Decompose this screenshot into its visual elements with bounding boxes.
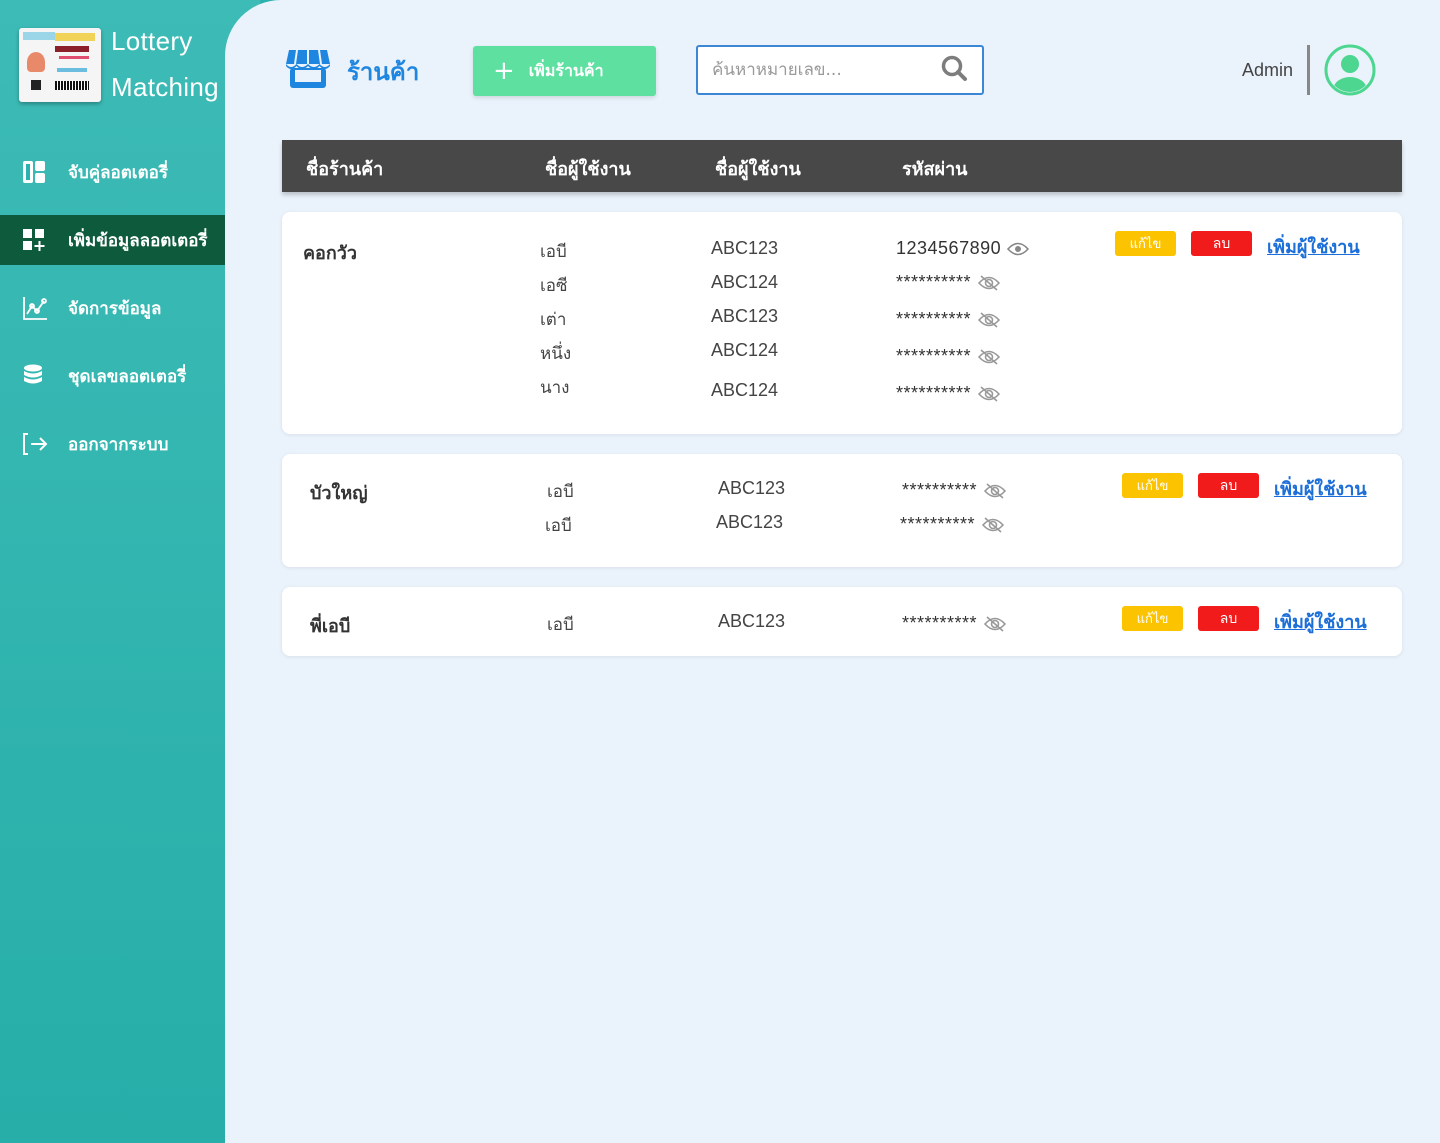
user-display-name: เอบี xyxy=(547,615,574,635)
table-header: ชื่อร้านค้า ชื่อผู้ใช้งาน ชื่อผู้ใช้งาน … xyxy=(282,140,1402,192)
chart-icon xyxy=(0,295,68,321)
sidebar-item-label: ชุดเลขลอตเตอรี่ xyxy=(68,366,187,387)
page-header: ร้านค้า xyxy=(285,48,419,94)
eye-off-icon[interactable] xyxy=(977,274,1001,292)
user-password: ********** xyxy=(896,346,1001,367)
delete-button[interactable]: ลบ xyxy=(1191,231,1252,256)
user-username: ABC123 xyxy=(711,306,779,326)
shop-name: บัวใหญ่ xyxy=(310,483,368,504)
user-password: ********** xyxy=(896,272,1001,293)
add-shop-button[interactable]: + เพิ่มร้านค้า xyxy=(473,46,656,96)
user-display-name: นาง xyxy=(540,378,570,398)
delete-button[interactable]: ลบ xyxy=(1198,606,1259,631)
shop-card: บัวใหญ่ เอบี ABC123 ********** เอบี ABC1… xyxy=(282,454,1402,567)
search-input[interactable] xyxy=(712,60,940,80)
shop-name: พี่เอบี xyxy=(310,616,351,637)
user-password: ********** xyxy=(902,613,1007,634)
edit-button[interactable]: แก้ไข xyxy=(1122,606,1183,631)
database-icon xyxy=(0,364,68,388)
dashboard-icon xyxy=(0,160,68,184)
shop-name: คอกวัว xyxy=(303,243,357,264)
password-value: 1234567890 xyxy=(896,238,1002,258)
user-password: ********** xyxy=(900,514,1005,535)
password-value: ********** xyxy=(896,346,972,366)
password-value: ********** xyxy=(900,514,976,534)
eye-off-icon[interactable] xyxy=(983,615,1007,633)
eye-off-icon[interactable] xyxy=(977,348,1001,366)
user-display-name: เอบี xyxy=(547,482,574,502)
sidebar-item-lottery-matching[interactable]: จับคู่ลอตเตอรี่ xyxy=(0,147,225,197)
sidebar-item-lottery-sets[interactable]: ชุดเลขลอตเตอรี่ xyxy=(0,351,225,401)
column-header-password: รหัสผ่าน xyxy=(902,159,968,180)
column-header-shop-name: ชื่อร้านค้า xyxy=(306,159,384,180)
store-icon xyxy=(285,48,331,94)
search-icon[interactable] xyxy=(940,54,968,86)
edit-button[interactable]: แก้ไข xyxy=(1122,473,1183,498)
user-username: ABC123 xyxy=(718,611,786,631)
sidebar-item-logout[interactable]: ออกจากระบบ xyxy=(0,419,225,469)
sidebar: Lottery Matching จับคู่ลอตเตอรี่ เพิ่มข้… xyxy=(0,0,260,1143)
sidebar-item-label: ออกจากระบบ xyxy=(68,434,169,455)
add-shop-label: เพิ่มร้านค้า xyxy=(528,60,604,80)
user-username: ABC123 xyxy=(711,238,779,258)
password-value: ********** xyxy=(896,383,972,403)
eye-off-icon[interactable] xyxy=(977,385,1001,403)
user-username: ABC124 xyxy=(711,340,779,360)
page-title: ร้านค้า xyxy=(347,57,420,86)
avatar[interactable] xyxy=(1324,44,1376,96)
user-password: ********** xyxy=(896,309,1001,330)
main-panel: ร้านค้า + เพิ่มร้านค้า Admin ชื่อร้านค้า… xyxy=(225,0,1440,1143)
user-password: 1234567890 xyxy=(896,238,1030,259)
plus-icon: + xyxy=(493,56,515,86)
user-display-name: เอบี xyxy=(545,516,572,536)
user-username: ABC123 xyxy=(718,478,786,498)
eye-off-icon[interactable] xyxy=(981,516,1005,534)
user-username: ABC123 xyxy=(716,512,784,532)
user-display-name: เต่า xyxy=(540,310,567,330)
user-display-name: เอซี xyxy=(540,276,568,296)
delete-button[interactable]: ลบ xyxy=(1198,473,1259,498)
app-logo xyxy=(19,28,101,102)
eye-icon[interactable] xyxy=(1007,241,1030,257)
add-user-link[interactable]: เพิ่มผู้ใช้งาน xyxy=(1274,607,1367,636)
user-username: ABC124 xyxy=(711,272,779,292)
user-password: ********** xyxy=(896,383,1001,404)
add-grid-icon xyxy=(0,228,68,252)
column-header-display-name: ชื่อผู้ใช้งาน xyxy=(545,159,631,180)
password-value: ********** xyxy=(902,613,978,633)
add-user-link[interactable]: เพิ่มผู้ใช้งาน xyxy=(1274,474,1367,503)
sidebar-item-label: จัดการข้อมูล xyxy=(68,298,162,319)
password-value: ********** xyxy=(896,272,972,292)
eye-off-icon[interactable] xyxy=(977,311,1001,329)
shop-card: คอกวัว เอบี ABC123 1234567890 เอซี ABC12… xyxy=(282,212,1402,434)
add-user-link[interactable]: เพิ่มผู้ใช้งาน xyxy=(1267,232,1360,261)
user-display-name: เอบี xyxy=(540,242,567,262)
shop-card: พี่เอบี เอบี ABC123 ********** แก้ไข ลบ … xyxy=(282,587,1402,656)
edit-button[interactable]: แก้ไข xyxy=(1115,231,1176,256)
user-username: ABC124 xyxy=(711,380,779,400)
sidebar-item-manage-data[interactable]: จัดการข้อมูล xyxy=(0,283,225,333)
sidebar-item-label: จับคู่ลอตเตอรี่ xyxy=(68,162,168,183)
password-value: ********** xyxy=(902,480,978,500)
password-value: ********** xyxy=(896,309,972,329)
user-password: ********** xyxy=(902,480,1007,501)
user-display-name: หนึ่ง xyxy=(540,344,572,364)
header-divider xyxy=(1307,45,1310,95)
sidebar-item-label: เพิ่มข้อมูลลอตเตอรี่ xyxy=(68,230,208,251)
user-name: Admin xyxy=(1242,60,1294,80)
sidebar-item-add-lottery-data[interactable]: เพิ่มข้อมูลลอตเตอรี่ xyxy=(0,215,225,265)
eye-off-icon[interactable] xyxy=(983,482,1007,500)
column-header-username: ชื่อผู้ใช้งาน xyxy=(715,159,801,180)
search-bar xyxy=(696,45,984,95)
logout-icon xyxy=(0,432,68,456)
